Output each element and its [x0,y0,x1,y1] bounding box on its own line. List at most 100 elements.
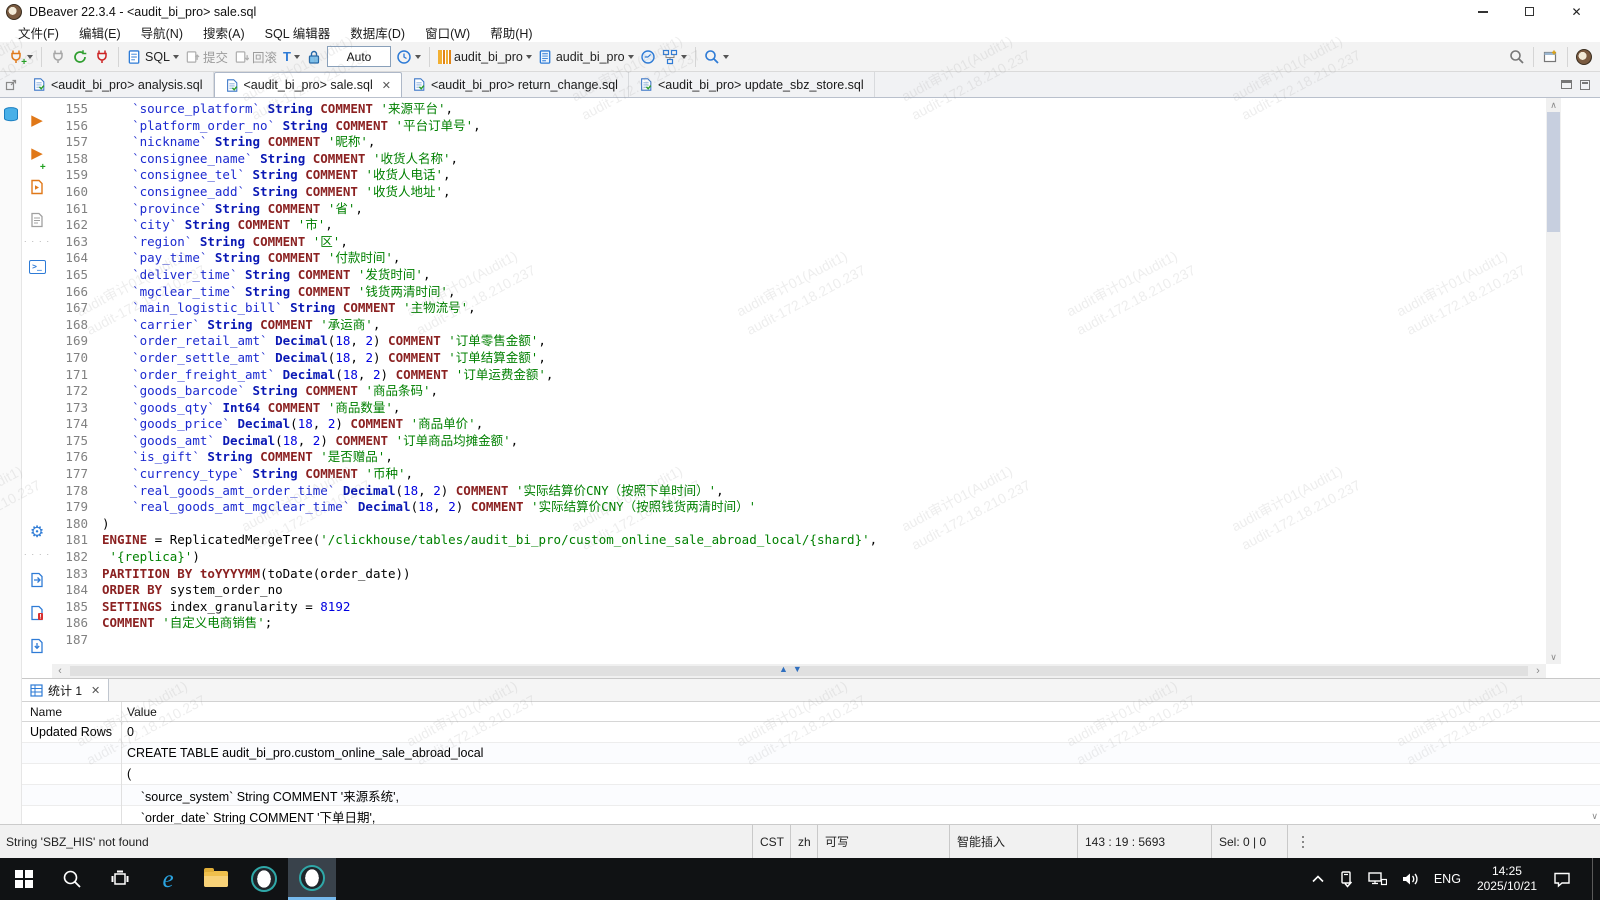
tx-history-button[interactable] [393,45,424,69]
code-line: 184ORDER BY system_order_no [52,582,1546,599]
transaction-mode-combo[interactable]: Auto [327,46,391,67]
rollback-button[interactable]: 回滚 [231,45,280,69]
maximize-view-icon[interactable] [1580,80,1590,90]
taskbar-search-button[interactable] [48,858,96,900]
search-data-button[interactable] [701,45,732,69]
tray-expand-button[interactable] [1304,858,1332,900]
editor-tab-2[interactable]: <audit_bi_pro> return_change.sql [402,72,629,97]
taskbar-clock[interactable]: 14:25 2025/10/21 [1468,864,1546,894]
editor-tab-3[interactable]: <audit_bi_pro> update_sbz_store.sql [629,72,875,97]
menu-item-7[interactable]: 帮助(H) [480,22,542,43]
close-button[interactable]: ✕ [1553,0,1600,23]
maximize-icon [1525,7,1534,16]
validate-script-button[interactable]: ! [29,596,45,629]
sash-down-icon[interactable]: ▼ [793,665,802,674]
status-segment-2[interactable]: 可写 [817,825,949,858]
evaluate-script-button[interactable] [29,203,45,236]
table-row[interactable]: `order_date` String COMMENT '下单日期', [22,806,1600,824]
disconnect-button[interactable] [91,45,113,69]
status-segment-1[interactable]: zh [790,825,817,858]
explain-plan-button[interactable]: ⚙ [30,516,44,549]
execution-plan-button[interactable] [659,45,690,69]
menu-item-5[interactable]: 数据库(D) [340,22,415,43]
execute-new-tab-button[interactable]: ▶+ [31,137,43,170]
column-header-name[interactable]: Name [22,705,121,719]
execute-statement-button[interactable]: ▶ [31,104,43,137]
action-center-button[interactable] [1546,858,1578,900]
open-perspective-button[interactable] [1539,45,1562,69]
schema-selector[interactable]: audit_bi_pro [535,45,637,69]
results-scroll-down-icon[interactable]: ∨ [1591,811,1598,822]
cell-value: 0 [121,725,134,739]
commit-button[interactable]: 提交 [182,45,231,69]
file-explorer-button[interactable] [192,858,240,900]
connection-selector[interactable]: audit_bi_pro [435,45,535,69]
table-row[interactable]: Updated Rows0 [22,722,1600,743]
menu-item-3[interactable]: 搜索(A) [193,22,255,43]
editor-tab-0[interactable]: <audit_bi_pro> analysis.sql [22,72,214,97]
scroll-down-icon[interactable]: ∨ [1546,650,1561,664]
network-tray-icon[interactable] [1360,858,1394,900]
quick-search-button[interactable] [1506,45,1528,69]
open-sql-console-button[interactable]: >_ [29,250,46,283]
dbeaver-perspective-button[interactable] [1573,45,1595,69]
minimize-button[interactable] [1459,0,1506,23]
menu-item-2[interactable]: 导航(N) [131,22,193,43]
scrollbar-thumb[interactable] [1547,112,1560,232]
volume-tray-icon[interactable] [1394,858,1427,900]
restore-view-button[interactable] [0,72,22,97]
dbeaver-taskbar-button-active[interactable] [288,858,336,900]
menu-item-1[interactable]: 编辑(E) [69,22,131,43]
sql-editor-button[interactable]: SQL [124,45,182,69]
clock-date: 2025/10/21 [1477,879,1537,894]
code-line: 177 `currency_type` String COMMENT '币种', [52,466,1546,483]
sash-up-icon[interactable]: ▲ [779,665,788,674]
task-view-button[interactable] [96,858,144,900]
status-segment-0[interactable]: CST [752,825,790,858]
status-segment-4[interactable]: 143 : 19 : 5693 [1077,825,1211,858]
notification-icon [1553,871,1571,888]
execute-script-button[interactable] [29,170,45,203]
save-to-file-button[interactable] [29,629,45,662]
maximize-button[interactable] [1506,0,1553,23]
scroll-right-icon[interactable]: › [1530,665,1546,677]
scroll-left-icon[interactable]: ‹ [52,665,68,677]
panel-sash[interactable]: ▲ ▼ [779,665,802,674]
usb-device-tray-icon[interactable] [1332,858,1360,900]
editor-vertical-scrollbar[interactable]: ∧ ∨ [1546,98,1561,664]
tab-close-icon[interactable]: ✕ [91,684,100,697]
table-row[interactable]: `source_system` String COMMENT '来源系统', [22,785,1600,806]
database-navigator-icon[interactable] [2,106,20,124]
menu-item-4[interactable]: SQL 编辑器 [255,22,341,43]
column-header-value[interactable]: Value [121,705,157,719]
table-row[interactable]: CREATE TABLE audit_bi_pro.custom_online_… [22,743,1600,764]
table-row[interactable]: ( [22,764,1600,785]
tab-statistics[interactable]: 统计 1 ✕ [22,679,109,701]
internet-explorer-button[interactable]: e [144,858,192,900]
connect-button[interactable] [47,45,69,69]
code-line: 156 `platform_order_no` String COMMENT '… [52,118,1546,135]
export-from-query-button[interactable] [29,563,45,596]
status-overflow-icon[interactable] [1302,841,1304,843]
input-language-indicator[interactable]: ENG [1427,858,1468,900]
menu-item-0[interactable]: 文件(F) [8,22,69,43]
db-navigator-strip [0,98,22,824]
start-button[interactable] [0,858,48,900]
dashboard-button[interactable] [637,45,659,69]
dbeaver-taskbar-button[interactable] [240,858,288,900]
status-segment-3[interactable]: 智能插入 [949,825,1077,858]
minimize-view-icon[interactable] [1561,80,1572,89]
reconnect-button[interactable] [69,45,91,69]
scroll-up-icon[interactable]: ∧ [1546,98,1561,112]
show-desktop-button[interactable] [1593,858,1600,900]
menu-item-6[interactable]: 窗口(W) [415,22,480,43]
editor-tab-1[interactable]: <audit_bi_pro> sale.sql✕ [214,72,402,97]
lock-button[interactable] [303,45,325,69]
status-segment-5[interactable]: Sel: 0 | 0 [1211,825,1288,858]
lock-icon [306,49,322,65]
tab-close-icon[interactable]: ✕ [382,79,391,92]
new-connection-button[interactable]: + [5,45,36,69]
sql-editor[interactable]: 155 `source_platform` String COMMENT '来源… [52,98,1546,664]
transaction-log-button[interactable]: T [280,45,303,69]
windows-logo-icon [15,870,33,888]
